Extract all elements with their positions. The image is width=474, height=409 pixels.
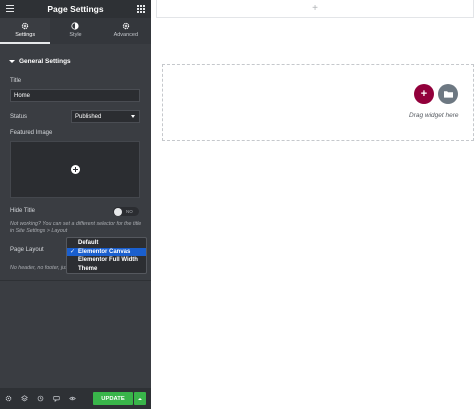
widgets-grid-icon[interactable] [137, 5, 145, 13]
page-layout-hint: No header, no footer, just [10, 265, 70, 271]
general-settings-section-toggle[interactable]: General Settings [0, 52, 151, 70]
hide-title-label: Hide Title [10, 208, 36, 214]
hamburger-menu-icon[interactable] [6, 5, 14, 12]
toggle-state-text: NO [126, 209, 133, 214]
chevron-up-icon [138, 397, 142, 400]
add-section-bar[interactable]: + [156, 0, 474, 18]
plus-icon: + [312, 3, 318, 14]
comment-icon[interactable] [48, 388, 64, 409]
gear-icon[interactable] [0, 388, 16, 409]
status-select[interactable]: Published [71, 110, 140, 123]
page-layout-dropdown[interactable]: Default ✓ Elementor Canvas Elementor Full… [66, 237, 147, 274]
drag-widget-text: Drag widget here [409, 112, 459, 119]
panel-divider [0, 280, 151, 281]
status-value: Published [75, 113, 102, 120]
panel-title: Page Settings [47, 4, 104, 14]
eye-icon[interactable] [64, 388, 80, 409]
add-template-button[interactable] [438, 84, 458, 104]
layout-option-elementor-full-width[interactable]: Elementor Full Width [67, 256, 146, 265]
add-new-section-button[interactable]: + [414, 84, 434, 104]
layout-option-elementor-canvas[interactable]: ✓ Elementor Canvas [67, 247, 146, 257]
title-label: Title [10, 78, 22, 84]
featured-image-picker[interactable] [10, 141, 140, 198]
chevron-down-icon [131, 115, 135, 118]
tab-advanced[interactable]: Advanced [101, 18, 151, 44]
section-title: General Settings [19, 57, 71, 65]
page-layout-label: Page Layout [10, 247, 44, 253]
folder-icon [443, 91, 453, 98]
tab-settings[interactable]: Settings [0, 18, 51, 44]
add-image-icon [70, 165, 80, 174]
editor-canvas: + + Drag widget here [151, 0, 474, 409]
layout-option-label: Elementor Full Width [78, 257, 138, 264]
half-circle-icon [71, 22, 80, 30]
layout-option-label: Default [78, 240, 99, 247]
update-options-button[interactable] [134, 392, 146, 405]
gear-icon [21, 22, 29, 30]
tab-style[interactable]: Style [50, 18, 100, 44]
panel-tabs: Settings Style Advanced [0, 18, 151, 44]
layout-option-theme[interactable]: Theme [67, 265, 146, 274]
check-icon: ✓ [70, 248, 76, 255]
featured-image-label: Featured Image [10, 130, 53, 136]
settings-panel: Page Settings Settings Style Advanced Ge… [0, 0, 151, 409]
editor-root: Page Settings Settings Style Advanced Ge… [0, 0, 474, 409]
history-icon[interactable] [32, 388, 48, 409]
tab-style-label: Style [69, 32, 82, 38]
caret-down-icon [9, 59, 15, 63]
tab-advanced-label: Advanced [113, 32, 139, 38]
update-button[interactable]: UPDATE [93, 392, 133, 405]
layers-icon[interactable] [16, 388, 32, 409]
layout-option-default[interactable]: Default [67, 239, 146, 248]
toggle-knob [114, 207, 122, 216]
layout-option-label: Theme [78, 266, 98, 273]
status-label: Status [10, 114, 28, 120]
hide-title-toggle[interactable]: NO [113, 207, 139, 216]
gear-icon [122, 22, 130, 30]
panel-header: Page Settings [0, 0, 151, 18]
hide-title-hint: Not working? You can set a different sel… [10, 221, 142, 235]
title-input[interactable]: Home [10, 89, 140, 102]
tab-settings-label: Settings [15, 32, 36, 38]
layout-option-label: Elementor Canvas [78, 248, 131, 255]
